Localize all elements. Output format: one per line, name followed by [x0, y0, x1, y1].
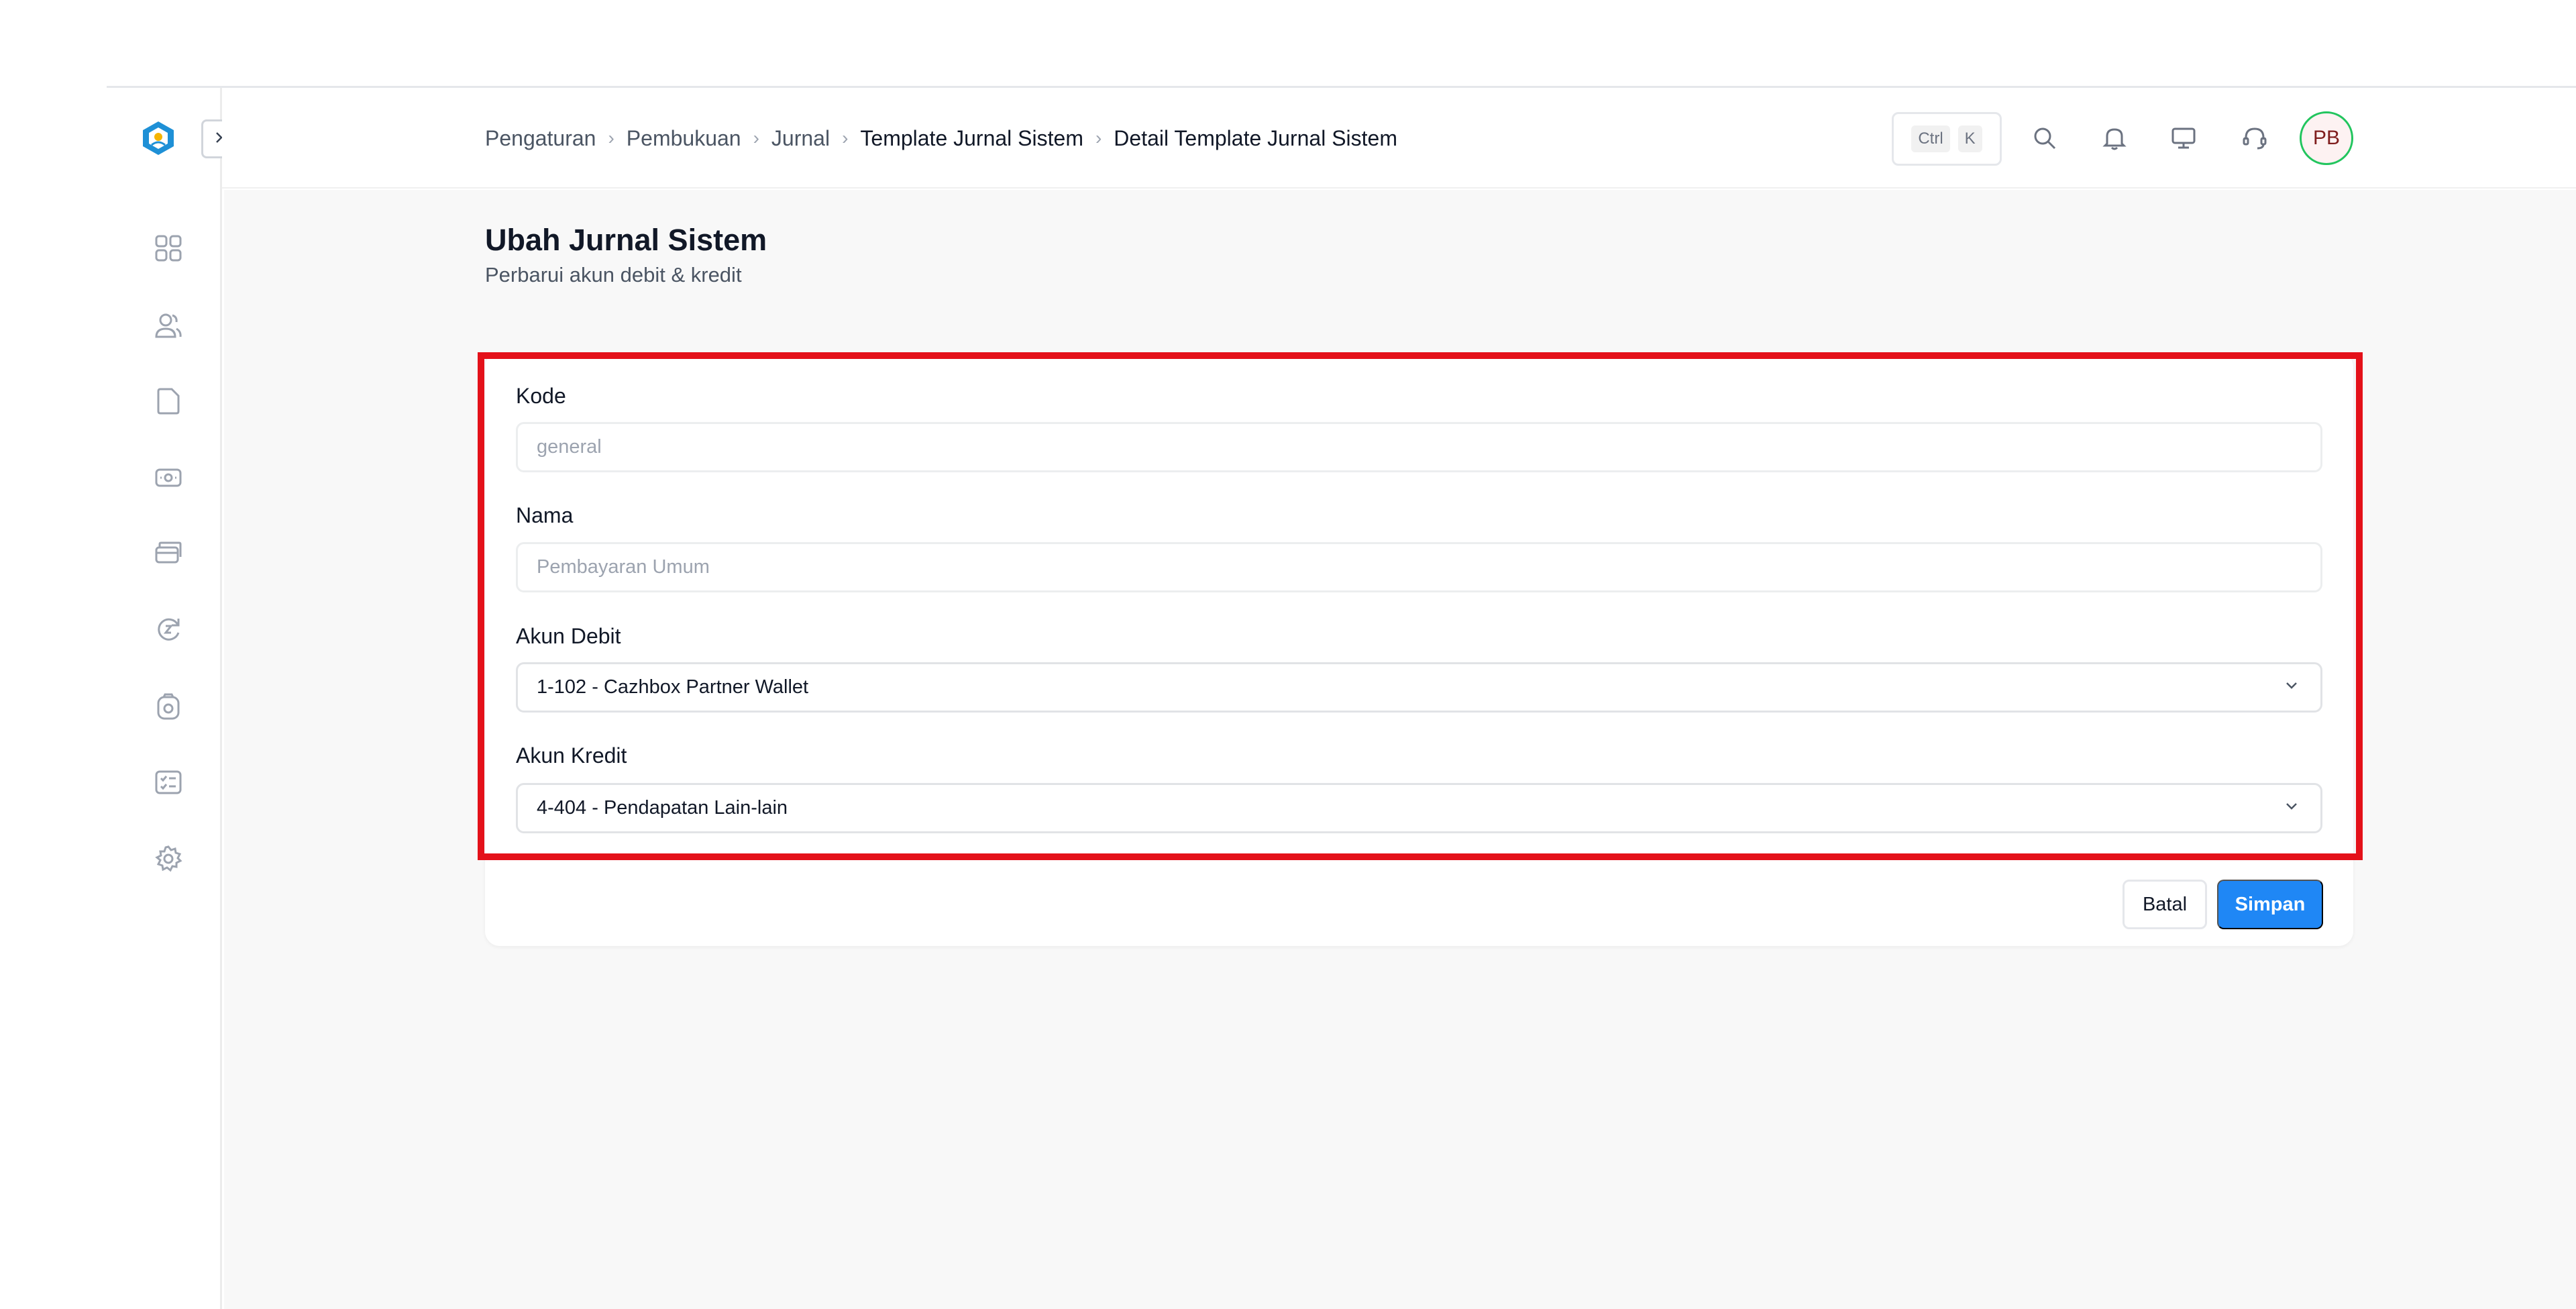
avatar[interactable]: PB: [2300, 111, 2353, 165]
sidebar-item-assets[interactable]: [150, 689, 187, 727]
kode-field[interactable]: general: [516, 422, 2322, 472]
akun-debit-select[interactable]: 1-102 - Cazhbox Partner Wallet: [516, 662, 2322, 713]
cards-icon: [154, 539, 182, 570]
kbd-k: K: [1957, 125, 1982, 152]
page-title: Ubah Jurnal Sistem: [485, 223, 767, 257]
sidebar-item-dashboard[interactable]: [150, 231, 187, 268]
akun-kredit-label: Akun Kredit: [516, 743, 627, 768]
users-icon: [154, 311, 182, 343]
document-icon: [154, 387, 182, 419]
breadcrumb-item-template-jurnal-sistem[interactable]: Template Jurnal Sistem: [860, 126, 1083, 151]
chevron-down-icon: [2283, 797, 2300, 820]
dashboard-icon: [154, 234, 182, 266]
notifications-button[interactable]: [2096, 121, 2133, 158]
kode-placeholder: general: [537, 436, 602, 458]
sidebar-item-reports[interactable]: [150, 765, 187, 802]
kbd-ctrl: Ctrl: [1911, 125, 1950, 152]
sidebar-item-settings[interactable]: [150, 841, 187, 879]
chevron-right-icon: ›: [1095, 127, 1102, 148]
search-button[interactable]: [2026, 121, 2063, 158]
breadcrumb-item-current: Detail Template Jurnal Sistem: [1114, 125, 1397, 150]
akun-kredit-select[interactable]: 4-404 - Pendapatan Lain-lain: [516, 783, 2322, 833]
monitor-icon: [2170, 125, 2197, 155]
breadcrumb-item-pengaturan[interactable]: Pengaturan: [485, 126, 596, 151]
bell-icon: [2101, 125, 2128, 155]
command-palette-shortcut[interactable]: Ctrl K: [1892, 112, 2002, 166]
akun-debit-label: Akun Debit: [516, 624, 621, 648]
sidebar-item-transactions[interactable]: [150, 612, 187, 649]
sidebar-item-users[interactable]: [150, 308, 187, 346]
nama-field[interactable]: Pembayaran Umum: [516, 542, 2322, 592]
checklist-icon: [154, 768, 182, 800]
page-subtitle: Perbarui akun debit & kredit: [485, 263, 742, 286]
akun-kredit-value: 4-404 - Pendapatan Lain-lain: [537, 797, 788, 819]
search-icon: [2031, 125, 2058, 155]
headset-icon: [2241, 125, 2268, 155]
chevron-right-icon: ›: [608, 127, 614, 148]
akun-debit-value: 1-102 - Cazhbox Partner Wallet: [537, 676, 809, 698]
breadcrumb: Pengaturan › Pembukuan › Jurnal › Templa…: [485, 125, 1397, 152]
kode-label: Kode: [516, 384, 566, 408]
app-logo[interactable]: [140, 119, 177, 157]
save-button[interactable]: Simpan: [2217, 880, 2323, 929]
nama-label: Nama: [516, 503, 574, 527]
money-icon: [154, 464, 182, 495]
support-button[interactable]: [2236, 121, 2273, 158]
sidebar-item-documents[interactable]: [150, 384, 187, 421]
breadcrumb-item-pembukuan[interactable]: Pembukuan: [627, 126, 741, 151]
breadcrumb-item-jurnal[interactable]: Jurnal: [771, 126, 830, 151]
sidebar-item-finance[interactable]: [150, 460, 187, 498]
display-button[interactable]: [2165, 121, 2202, 158]
nama-placeholder: Pembayaran Umum: [537, 556, 710, 578]
settings-icon: [154, 845, 182, 876]
cancel-button[interactable]: Batal: [2123, 880, 2207, 929]
chevron-down-icon: [2283, 676, 2300, 699]
sync-icon: [154, 615, 182, 647]
chevron-right-icon: ›: [842, 127, 849, 148]
ring-icon: [154, 692, 182, 724]
sidebar-item-cards[interactable]: [150, 535, 187, 573]
chevron-right-icon: ›: [753, 127, 759, 148]
